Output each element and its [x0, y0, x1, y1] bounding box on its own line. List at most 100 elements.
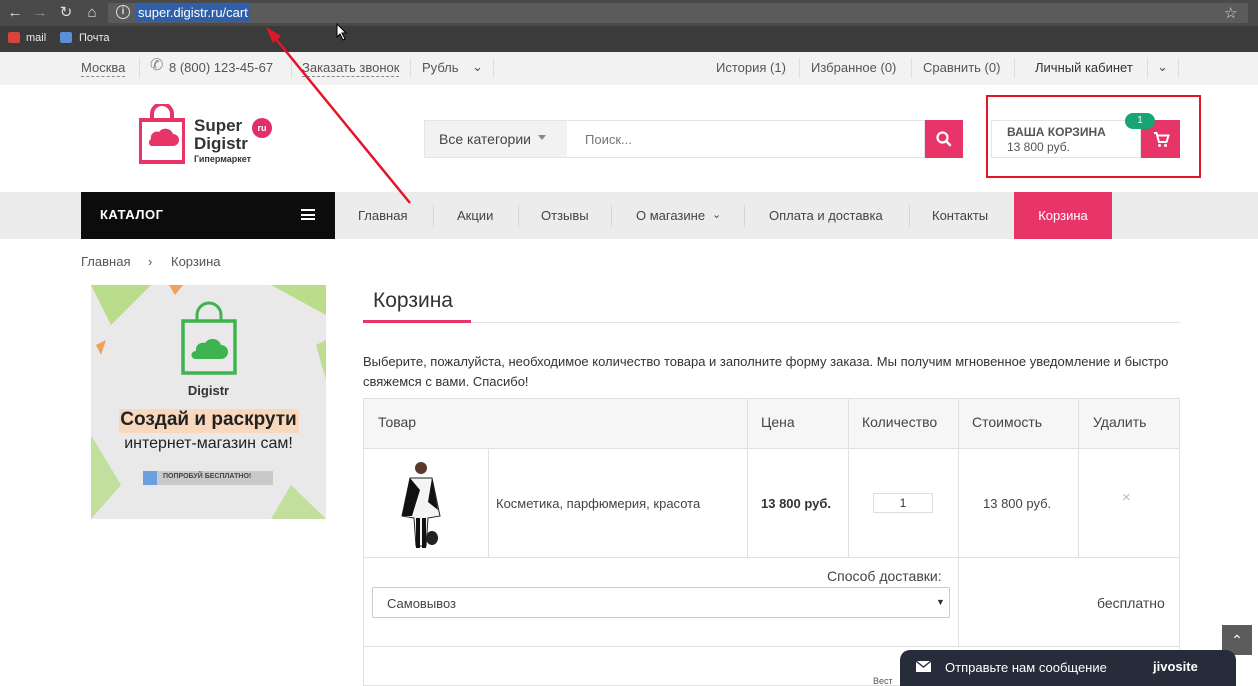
compare-link[interactable]: Сравнить (0)	[923, 60, 1000, 76]
separator	[518, 205, 519, 227]
reload-icon[interactable]: ↻	[57, 4, 75, 22]
breadcrumb-current: Корзина	[171, 254, 221, 269]
col-divider	[1078, 399, 1079, 557]
separator	[410, 58, 411, 78]
favorites-link[interactable]: Избранное (0)	[811, 60, 896, 76]
row-divider	[364, 646, 1179, 647]
quantity-input[interactable]	[873, 493, 933, 513]
chat-prompt[interactable]: Отправьте нам сообщение	[945, 660, 1107, 675]
bookmark-mail[interactable]: mail	[26, 31, 46, 45]
col-divider	[848, 399, 849, 557]
search-button[interactable]	[925, 120, 963, 158]
row-divider	[364, 557, 1179, 558]
nav-reviews[interactable]: Отзывы	[541, 208, 589, 224]
currency-select[interactable]: Рубль	[422, 60, 459, 76]
col-divider	[747, 399, 748, 557]
logo-subtitle: Гипермаркет	[194, 154, 252, 164]
caret-down-icon	[538, 135, 546, 140]
search-input[interactable]	[567, 120, 925, 158]
category-select[interactable]: Все категории	[424, 120, 568, 158]
info-icon[interactable]: i	[116, 5, 130, 19]
separator	[493, 58, 494, 78]
url-text[interactable]: super.digistr.ru/cart	[136, 4, 250, 21]
weight-label: Вест	[873, 676, 893, 686]
banner-brand: Digistr	[187, 383, 230, 398]
nav-contacts[interactable]: Контакты	[932, 208, 988, 224]
product-name[interactable]: Косметика, парфюмерия, красота	[496, 496, 700, 511]
title-underline	[363, 320, 471, 323]
chevron-down-icon[interactable]: ⌄	[472, 59, 483, 75]
account-link[interactable]: Личный кабинет	[1035, 60, 1133, 76]
separator	[1147, 58, 1148, 78]
col-divider	[958, 399, 959, 646]
header-quantity: Количество	[862, 414, 938, 430]
banner-button: ПОПРОБУЙ БЕСПЛАТНО!	[163, 473, 252, 480]
cursor-icon	[336, 23, 348, 41]
gmail-icon	[8, 32, 20, 43]
separator	[911, 58, 912, 78]
catalog-label: КАТАЛОГ	[100, 207, 164, 222]
separator	[1178, 58, 1179, 78]
url-field[interactable]	[108, 3, 1248, 23]
logo-ru-badge: ru	[252, 118, 272, 138]
delivery-label: Способ доставки:	[827, 568, 942, 584]
delivery-select[interactable]: Самовывоз	[372, 587, 950, 618]
product-image[interactable]	[398, 460, 444, 552]
breadcrumb-separator: ›	[148, 254, 153, 269]
forward-icon[interactable]: →	[31, 4, 49, 22]
logo-text-digistr: Digistr	[194, 134, 248, 153]
promo-banner[interactable]: Digistr Создай и раскрути интернет-магаз…	[91, 285, 326, 519]
close-icon[interactable]: ×	[1122, 489, 1131, 506]
delivery-price: бесплатно	[1097, 595, 1165, 611]
nav-about[interactable]: О магазине	[636, 208, 705, 224]
bookmark-pochta[interactable]: Почта	[79, 31, 110, 45]
bookmarks-bar	[0, 26, 1258, 52]
intro-text: Выберите, пожалуйста, необходимое количе…	[363, 354, 1169, 389]
star-icon[interactable]: ☆	[1224, 4, 1237, 22]
separator	[799, 58, 800, 78]
separator	[611, 205, 612, 227]
separator	[433, 205, 434, 227]
banner-headline: Создай и раскрути	[120, 409, 297, 430]
chevron-down-icon[interactable]: ⌄	[712, 207, 721, 223]
separator	[1014, 58, 1015, 78]
nav-home[interactable]: Главная	[358, 208, 407, 224]
chevron-down-icon[interactable]: ⌄	[1157, 59, 1168, 75]
nav-promo[interactable]: Акции	[457, 208, 493, 224]
header-price: Цена	[761, 414, 795, 430]
header-product: Товар	[378, 414, 417, 430]
phone-number[interactable]: 8 (800) 123-45-67	[169, 60, 273, 76]
banner-subline: интернет-магазин сам!	[124, 435, 293, 452]
divider	[363, 322, 1180, 323]
home-icon[interactable]: ⌂	[83, 4, 101, 22]
nav-delivery[interactable]: Оплата и доставка	[769, 208, 883, 224]
header-delete: Удалить	[1093, 414, 1147, 430]
separator	[909, 205, 910, 227]
col-divider	[488, 448, 489, 557]
back-icon[interactable]: ←	[6, 4, 24, 22]
product-price: 13 800 руб.	[761, 496, 832, 511]
product-total: 13 800 руб.	[983, 496, 1052, 511]
history-link[interactable]: История (1)	[716, 60, 786, 76]
callback-link[interactable]: Заказать звонок	[302, 60, 400, 77]
chat-brand: jivosite	[1153, 659, 1198, 674]
separator	[744, 205, 745, 227]
breadcrumb-home[interactable]: Главная	[81, 254, 130, 269]
menu-icon	[301, 209, 315, 220]
phone-icon: ✆	[150, 57, 164, 74]
page-title: Корзина	[373, 289, 453, 312]
search-icon	[936, 131, 952, 147]
logo-text-super: Super	[194, 116, 243, 135]
separator	[291, 58, 292, 78]
banner-art	[91, 285, 326, 519]
envelope-icon	[916, 661, 931, 672]
annotation-highlight-box	[986, 95, 1201, 178]
caret-down-icon: ▼	[936, 597, 945, 607]
nav-cart[interactable]: Корзина	[1014, 192, 1112, 239]
row-divider	[364, 448, 1179, 449]
city-link[interactable]: Москва	[81, 60, 126, 77]
separator	[139, 58, 140, 78]
logo-bag-icon[interactable]	[139, 104, 185, 164]
header-total: Стоимость	[972, 414, 1043, 430]
mail-icon	[60, 32, 72, 43]
